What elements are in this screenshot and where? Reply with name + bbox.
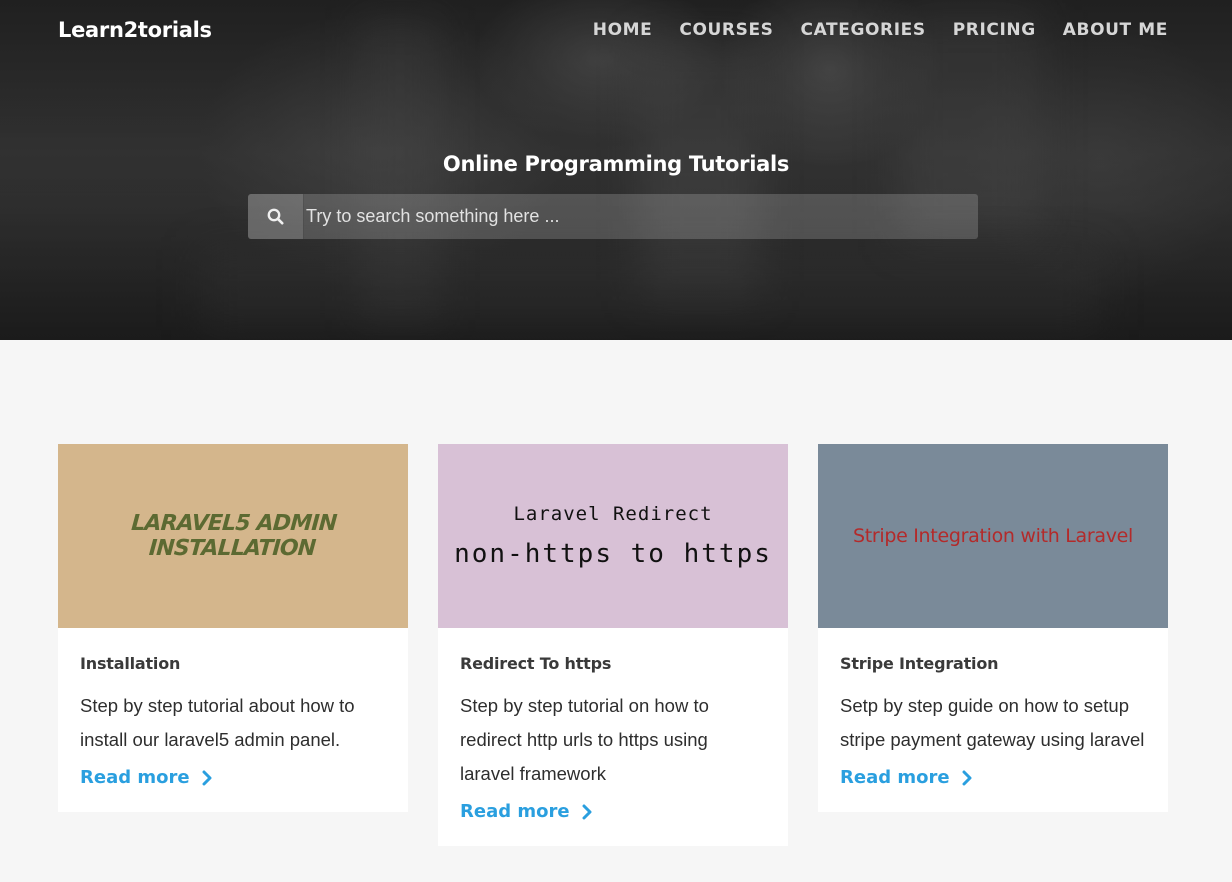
search-bar	[248, 194, 978, 239]
thumbnail-text: Stripe Integration with Laravel	[852, 525, 1134, 547]
hero-banner: Learn2torials HOME COURSES CATEGORIES PR…	[0, 0, 1232, 340]
read-more-link[interactable]: Read more	[80, 767, 212, 788]
course-thumbnail[interactable]: Stripe Integration with Laravel	[818, 444, 1168, 628]
main-nav: HOME COURSES CATEGORIES PRICING ABOUT ME	[593, 20, 1168, 40]
nav-home[interactable]: HOME	[593, 20, 653, 40]
read-more-link[interactable]: Read more	[840, 767, 972, 788]
read-more-link[interactable]: Read more	[460, 801, 592, 822]
search-button[interactable]	[248, 194, 304, 239]
course-description: Setp by step guide on how to setup strip…	[840, 695, 1145, 750]
course-card-redirect: Laravel Redirect non-https to https Redi…	[438, 444, 788, 846]
course-description: Step by step tutorial on how to redirect…	[460, 695, 709, 784]
course-title: Redirect To https	[460, 654, 612, 673]
thumbnail-text: non-https to https	[454, 539, 772, 569]
thumbnail-text: Laravel Redirect	[513, 503, 713, 525]
chevron-right-icon	[962, 770, 972, 785]
thumbnail-text: LARAVEL5 ADMIN INSTALLATION	[130, 511, 338, 561]
site-logo[interactable]: Learn2torials	[58, 18, 212, 42]
nav-pricing[interactable]: PRICING	[953, 20, 1036, 40]
chevron-right-icon	[202, 770, 212, 785]
hero-title: Online Programming Tutorials	[442, 152, 790, 176]
read-more-label: Read more	[460, 801, 570, 822]
course-thumbnail[interactable]: Laravel Redirect non-https to https	[438, 444, 788, 628]
course-card-stripe: Stripe Integration with Laravel Stripe I…	[818, 444, 1168, 812]
nav-about-me[interactable]: ABOUT ME	[1063, 20, 1168, 40]
nav-categories[interactable]: CATEGORIES	[801, 20, 926, 40]
search-input[interactable]	[304, 194, 978, 239]
course-description: Step by step tutorial about how to insta…	[80, 695, 355, 750]
search-icon	[267, 208, 284, 225]
course-title: Stripe Integration	[840, 654, 999, 673]
course-title: Installation	[80, 654, 181, 673]
read-more-label: Read more	[80, 767, 190, 788]
chevron-right-icon	[582, 804, 592, 819]
course-thumbnail[interactable]: LARAVEL5 ADMIN INSTALLATION	[58, 444, 408, 628]
read-more-label: Read more	[840, 767, 950, 788]
nav-courses[interactable]: COURSES	[679, 20, 773, 40]
course-card-installation: LARAVEL5 ADMIN INSTALLATION Installation…	[58, 444, 408, 812]
